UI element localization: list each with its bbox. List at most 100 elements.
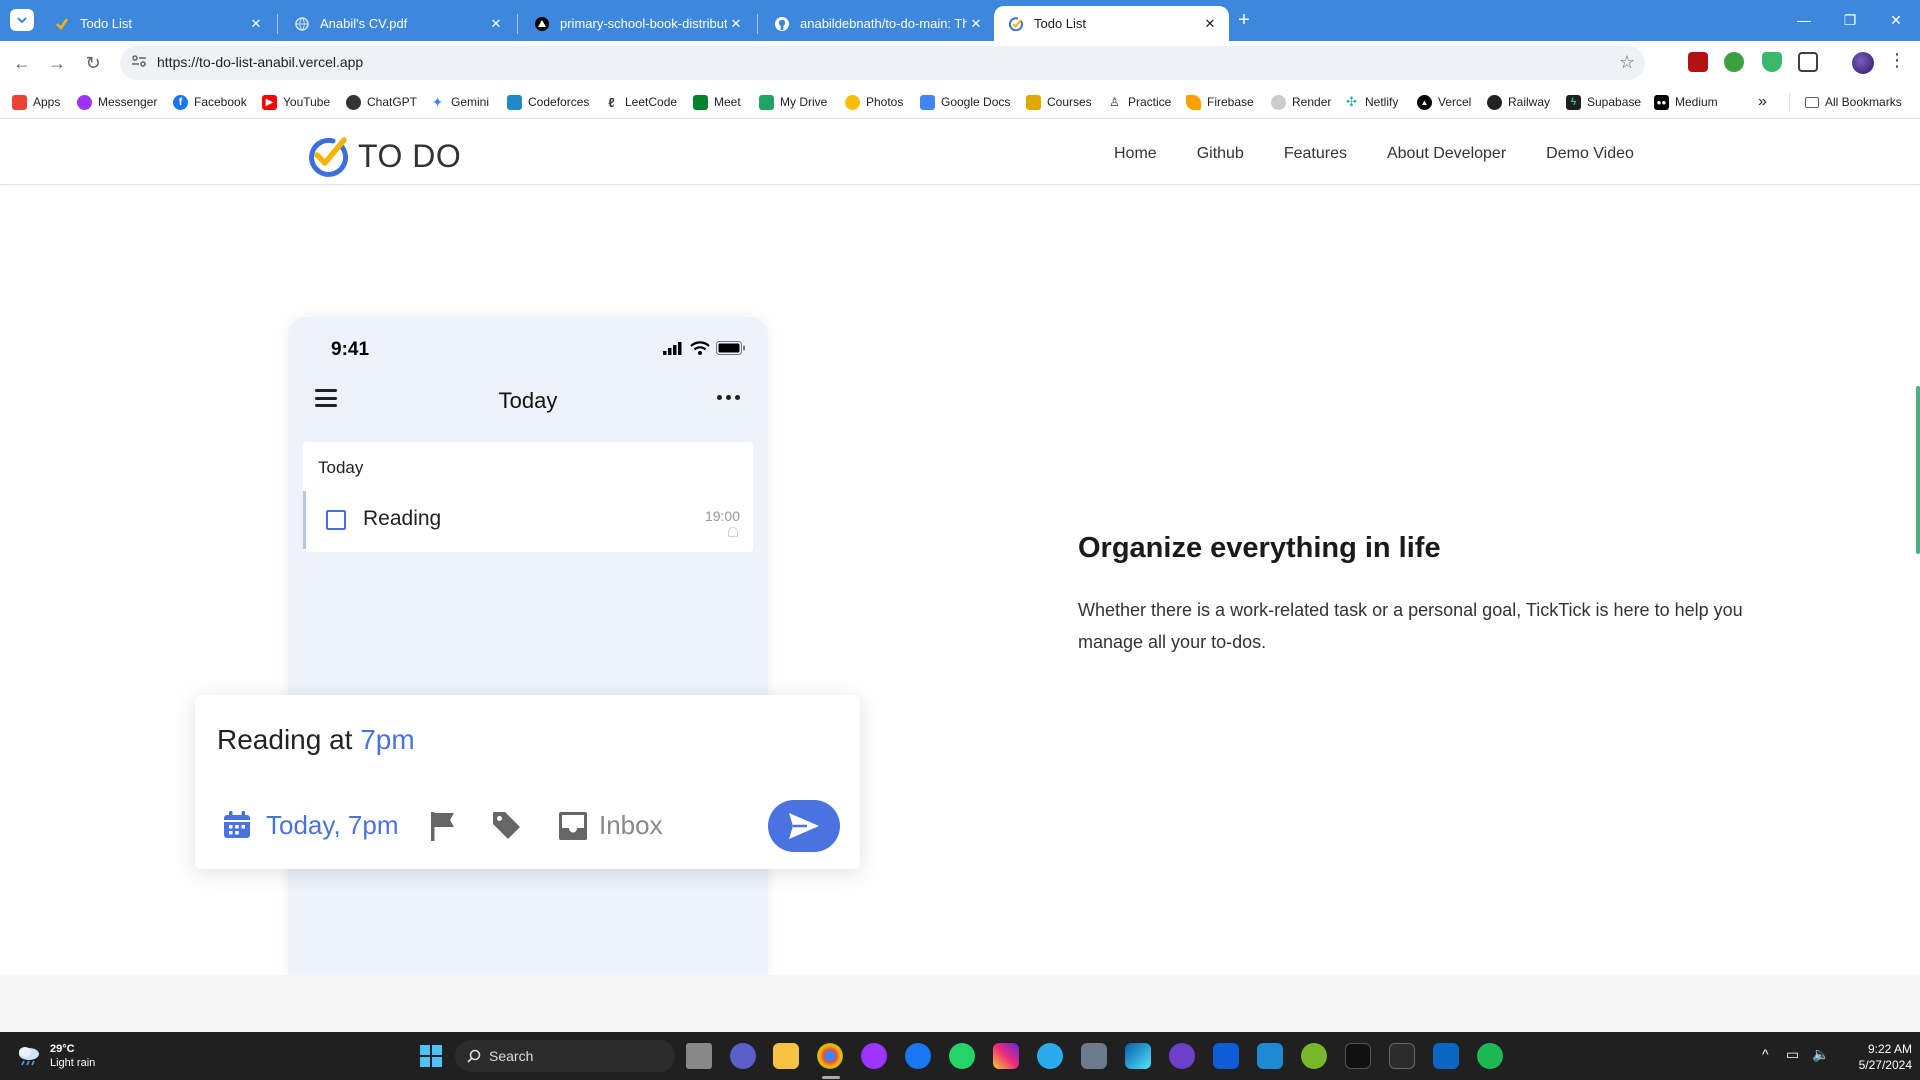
tab-close-icon[interactable]: ✕	[1201, 16, 1219, 32]
telegram-icon[interactable]	[1037, 1043, 1063, 1069]
tab-close-icon[interactable]: ✕	[967, 16, 985, 32]
messenger-icon[interactable]	[861, 1043, 887, 1069]
chatgpt-icon	[346, 94, 361, 110]
task-view-icon[interactable]	[686, 1043, 712, 1069]
reload-button[interactable]: ↻	[79, 49, 107, 77]
bookmark-firebase[interactable]: Firebase	[1186, 93, 1254, 111]
command-prompt-icon[interactable]	[1389, 1043, 1415, 1069]
task-item[interactable]: Reading 19:00	[303, 491, 753, 549]
bookmark-photos[interactable]: Photos	[845, 93, 903, 111]
utorrent-icon[interactable]	[1301, 1043, 1327, 1069]
page-scrollbar-thumb[interactable]	[1916, 386, 1920, 554]
taskbar-search[interactable]: Search	[455, 1040, 675, 1072]
nav-home[interactable]: Home	[1114, 145, 1157, 163]
chrome-icon[interactable]	[817, 1043, 843, 1069]
extensions-puzzle-icon[interactable]	[1798, 52, 1818, 72]
tag-icon[interactable]	[491, 810, 523, 842]
volume-icon[interactable]: 🔈	[1812, 1046, 1829, 1063]
tab-book-distribution[interactable]: primary-school-book-distributi ✕	[520, 6, 755, 41]
tab-title: Todo List	[1034, 16, 1087, 31]
bookmark-my-drive[interactable]: My Drive	[759, 93, 827, 111]
bookmark-youtube[interactable]: ▶ YouTube	[262, 93, 330, 111]
bookmark-vercel[interactable]: ▲ Vercel	[1417, 93, 1471, 111]
new-tab-button[interactable]: +	[1231, 8, 1257, 34]
vscode-icon[interactable]	[1257, 1043, 1283, 1069]
priority-flag-icon[interactable]	[428, 810, 458, 842]
instagram-icon[interactable]	[993, 1043, 1019, 1069]
tab-title: Todo List	[80, 16, 133, 31]
bookmark-medium[interactable]: ●● Medium	[1654, 93, 1718, 111]
restore-button[interactable]: ❐	[1827, 8, 1873, 32]
site-brand[interactable]: TO DO	[306, 135, 461, 177]
tray-overflow-icon[interactable]: ^	[1762, 1046, 1769, 1062]
nav-features[interactable]: Features	[1284, 145, 1347, 163]
all-bookmarks-button[interactable]: All Bookmarks	[1805, 93, 1902, 111]
task-checkbox[interactable]	[326, 510, 346, 530]
bookmark-star-icon[interactable]: ☆	[1619, 52, 1635, 73]
tab-todo-list[interactable]: Todo List ✕	[40, 6, 275, 41]
tab-todo-list-active[interactable]: Todo List ✕	[994, 6, 1229, 41]
bookmark-courses[interactable]: Courses	[1026, 93, 1092, 111]
bookmark-apps[interactable]: Apps	[12, 93, 60, 111]
bookmark-messenger[interactable]: Messenger	[77, 93, 157, 111]
brand-name: TO DO	[358, 137, 462, 174]
file-explorer-icon[interactable]	[773, 1043, 799, 1069]
tab-close-icon[interactable]: ✕	[247, 16, 265, 32]
weather-widget[interactable]: 29°C Light rain	[16, 1042, 95, 1070]
more-options-icon[interactable]	[713, 395, 740, 400]
extension-plus-icon[interactable]	[1724, 52, 1744, 72]
whatsapp-icon[interactable]	[949, 1043, 975, 1069]
bookmark-practice[interactable]: ♙ Practice	[1107, 93, 1171, 111]
site-info-icon[interactable]	[130, 54, 148, 72]
tab-close-icon[interactable]: ✕	[487, 16, 505, 32]
back-button[interactable]: ←	[8, 49, 36, 77]
windows-start-icon[interactable]	[420, 1045, 442, 1067]
bookmark-netlify[interactable]: ✣ Netlify	[1344, 93, 1398, 111]
bookmark-leetcode[interactable]: ℓ LeetCode	[604, 93, 677, 111]
globe-icon	[294, 16, 310, 32]
nav-github[interactable]: Github	[1197, 145, 1244, 163]
bookmark-google-docs[interactable]: Google Docs	[920, 93, 1010, 111]
minimize-button[interactable]: —	[1781, 8, 1827, 32]
bookmark-codeforces[interactable]: Codeforces	[507, 93, 589, 111]
edge-icon[interactable]	[1125, 1043, 1151, 1069]
list-label[interactable]: Inbox	[599, 810, 663, 841]
facebook-icon[interactable]	[905, 1043, 931, 1069]
forward-button[interactable]: →	[43, 49, 71, 77]
spotify-icon[interactable]	[1477, 1043, 1503, 1069]
quick-add-input[interactable]: Reading at 7pm	[217, 724, 415, 756]
tab-github-repo[interactable]: anabildebnath/to-do-main: Thi ✕	[760, 6, 995, 41]
terminal-icon[interactable]	[1345, 1043, 1371, 1069]
bookmark-chatgpt[interactable]: ChatGPT	[346, 93, 417, 111]
bookmark-railway[interactable]: Railway	[1487, 93, 1550, 111]
browser-menu-icon[interactable]: ⋮	[1888, 50, 1906, 71]
address-bar[interactable]: https://to-do-list-anabil.vercel.app ☆	[120, 46, 1645, 80]
github-icon	[774, 16, 790, 32]
close-window-button[interactable]: ✕	[1873, 8, 1919, 32]
nav-about-developer[interactable]: About Developer	[1387, 145, 1506, 163]
bookmark-meet[interactable]: Meet	[693, 93, 741, 111]
bookmark-facebook[interactable]: f Facebook	[173, 93, 247, 111]
network-icon[interactable]: ▭	[1786, 1046, 1799, 1063]
bookmark-render[interactable]: Render	[1271, 93, 1331, 111]
linkedin-icon[interactable]	[1433, 1043, 1459, 1069]
tab-close-icon[interactable]: ✕	[727, 16, 745, 32]
calculator-icon[interactable]	[1081, 1043, 1107, 1069]
bookmark-gemini[interactable]: ✦ Gemini	[430, 93, 489, 111]
tab-search-button[interactable]	[10, 9, 34, 31]
due-date-label[interactable]: Today, 7pm	[266, 810, 398, 841]
shield-icon[interactable]	[1762, 52, 1782, 72]
teams-icon[interactable]	[730, 1043, 756, 1069]
bookmark-supabase[interactable]: ϟ Supabase	[1566, 93, 1641, 111]
send-button[interactable]	[768, 800, 840, 852]
whiteboard-icon[interactable]	[1213, 1043, 1239, 1069]
ublock-icon[interactable]	[1688, 52, 1708, 72]
tab-cv-pdf[interactable]: Anabil's CV.pdf ✕	[280, 6, 515, 41]
calendar-icon[interactable]	[222, 810, 252, 840]
github-desktop-icon[interactable]	[1169, 1043, 1195, 1069]
profile-avatar[interactable]	[1852, 52, 1874, 74]
taskbar-clock[interactable]: 9:22 AM 5/27/2024	[1832, 1041, 1912, 1073]
bookmarks-overflow-button[interactable]: »	[1758, 93, 1767, 111]
inbox-icon[interactable]	[558, 811, 588, 841]
nav-demo-video[interactable]: Demo Video	[1546, 145, 1634, 163]
